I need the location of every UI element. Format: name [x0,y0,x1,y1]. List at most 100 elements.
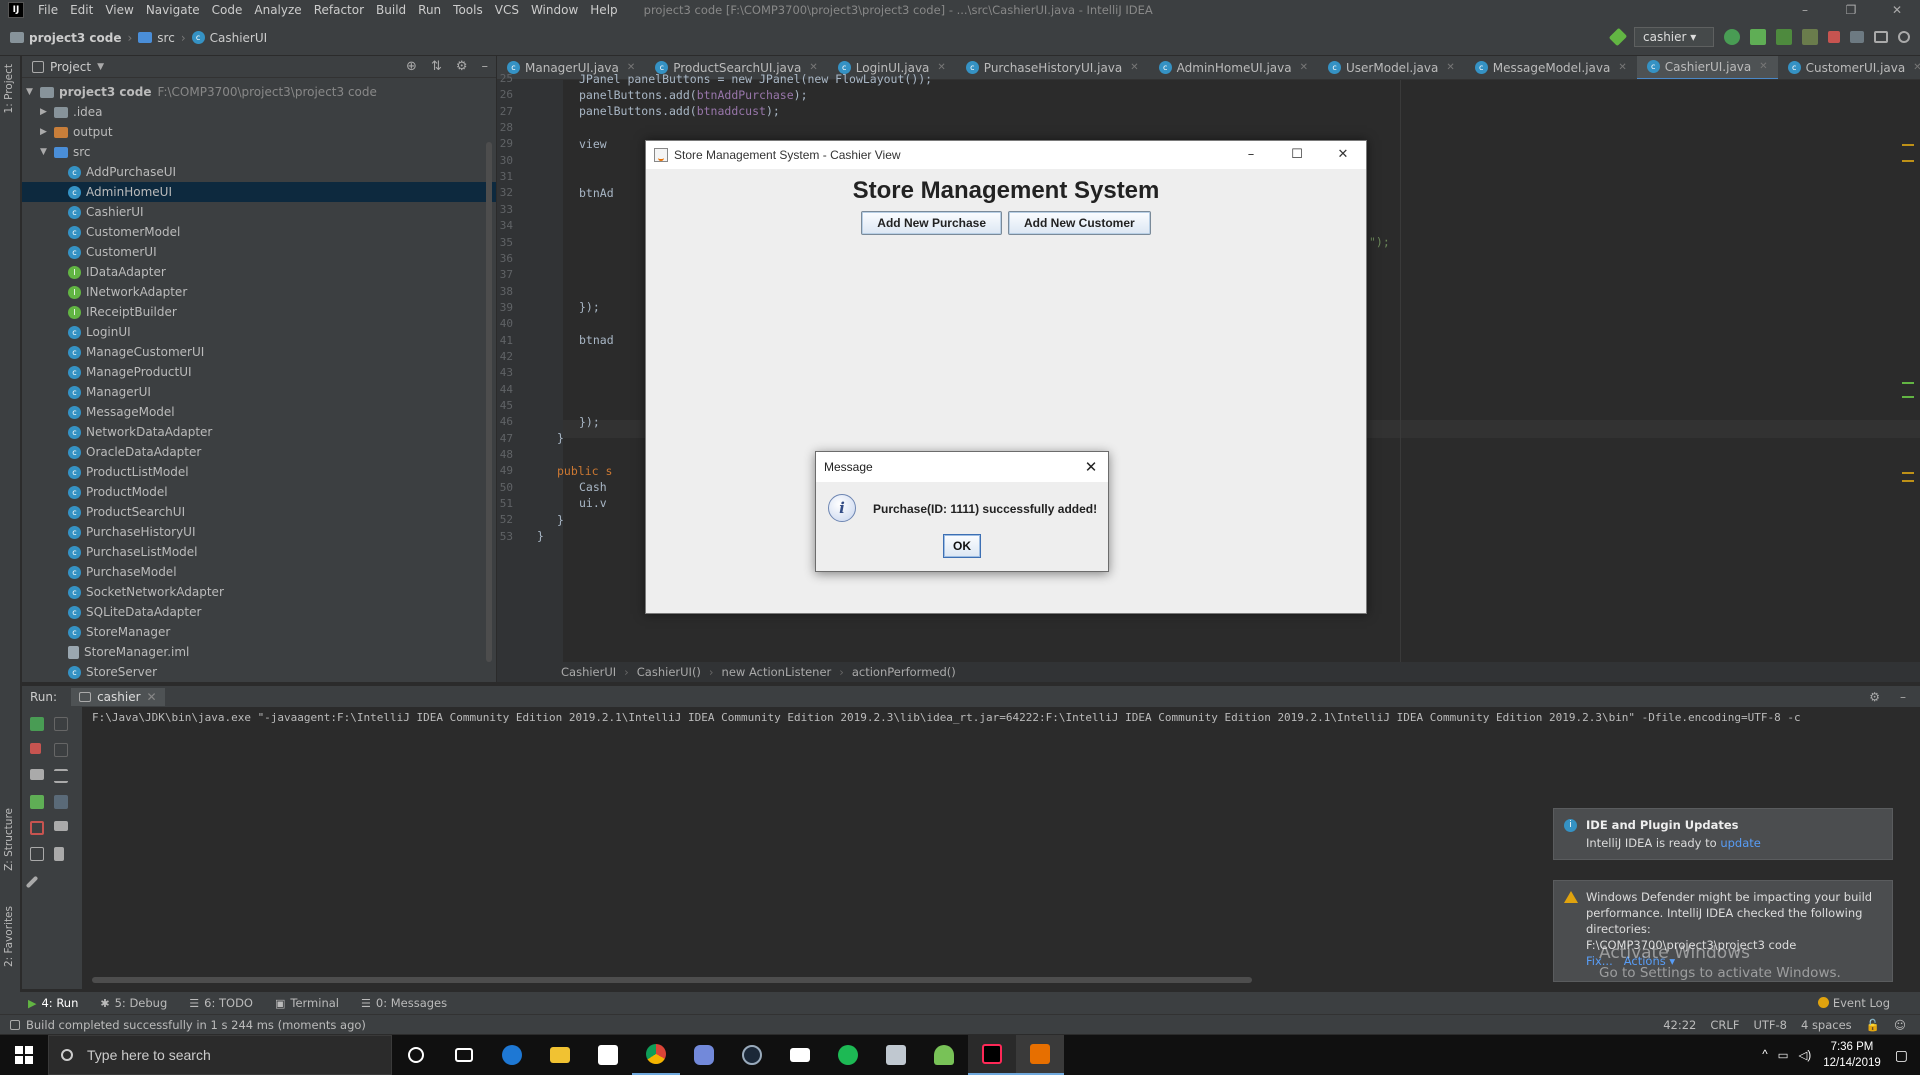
tree-file-item[interactable]: c StoreServer [22,662,496,682]
taskbar-spotify[interactable] [824,1035,872,1075]
close-tab-icon[interactable]: ✕ [1130,62,1138,73]
ok-button[interactable]: OK [943,534,981,558]
taskbar-explorer[interactable] [536,1035,584,1075]
tree-file-item[interactable]: c SQLiteDataAdapter [22,602,496,622]
warning-mark[interactable] [1902,472,1914,474]
up-arrow-icon[interactable] [54,717,68,731]
taskbar-search[interactable]: Type here to search [48,1035,392,1075]
profile-icon[interactable] [1802,29,1818,45]
editor-crumb[interactable]: CashierUI [561,665,616,679]
warning-mark[interactable] [1902,160,1914,162]
lock-icon[interactable]: 🔓 [1866,1018,1880,1032]
warning-mark[interactable] [1902,144,1914,146]
console-output[interactable]: F:\Java\JDK\bin\java.exe "-javaagent:F:\… [92,711,1801,724]
breadcrumb-project[interactable]: project3 code [29,31,121,45]
tree-file-item[interactable]: c PurchaseListModel [22,542,496,562]
chevron-up-icon[interactable]: ^ [1762,1049,1767,1061]
collapse-arrow-icon[interactable]: ▶ [40,107,54,117]
minimize-icon[interactable]: – [1782,0,1828,20]
task-view-button[interactable] [440,1035,488,1075]
search-everywhere-icon[interactable] [1898,31,1910,43]
trash-icon[interactable] [54,847,64,861]
structure-tool-tab[interactable]: Z: Structure [3,808,15,871]
build-hammer-icon[interactable] [1608,27,1628,47]
tree-file-item[interactable]: I IReceiptBuilder [22,302,496,322]
file-encoding[interactable]: UTF-8 [1753,1018,1787,1032]
add-customer-button[interactable]: Add New Customer [1008,211,1151,235]
restore-icon[interactable]: ❐ [1828,0,1874,20]
tree-file-item[interactable]: c ManageProductUI [22,362,496,382]
tree-file-item[interactable]: c AdminHomeUI [22,182,496,202]
menu-navigate[interactable]: Navigate [140,0,206,20]
editor-crumb[interactable]: CashierUI() [637,665,701,679]
menu-edit[interactable]: Edit [64,0,99,20]
update-link[interactable]: update [1720,836,1761,850]
indent-setting[interactable]: 4 spaces [1801,1018,1852,1032]
menu-view[interactable]: View [99,0,139,20]
tree-file-item[interactable]: c ProductListModel [22,462,496,482]
close-icon[interactable]: ✕ [1874,0,1920,20]
tree-file-item[interactable]: StoreManager.iml [22,642,496,662]
close-tab-icon[interactable]: ✕ [1618,62,1626,73]
pin-icon[interactable] [25,875,39,889]
project-pane-title[interactable]: Project [50,60,91,74]
cashier-window-titlebar[interactable]: Store Management System - Cashier View –… [646,141,1366,169]
toolwindow-debug[interactable]: ✱ 5: Debug [100,996,167,1010]
menu-tools[interactable]: Tools [447,0,489,20]
tree-file-item[interactable]: c OracleDataAdapter [22,442,496,462]
taskbar-discord[interactable] [680,1035,728,1075]
taskbar-edge[interactable] [488,1035,536,1075]
breadcrumb-src[interactable]: src [157,31,175,45]
menu-run[interactable]: Run [412,0,447,20]
close-tab-icon[interactable]: ✕ [147,690,157,704]
project-tool-tab[interactable]: 1: Project [3,64,15,113]
tree-file-item[interactable]: c AddPurchaseUI [22,162,496,182]
tree-file-item[interactable]: c StoreManager [22,622,496,642]
taskbar-chrome[interactable] [632,1035,680,1075]
down-arrow-icon[interactable] [54,743,68,757]
taskbar-mail[interactable] [776,1035,824,1075]
taskbar-steam[interactable] [728,1035,776,1075]
inspector-icon[interactable]: ☺ [1894,1018,1906,1032]
close-tab-icon[interactable]: ✕ [1446,62,1454,73]
add-purchase-button[interactable]: Add New Purchase [861,211,1002,235]
minimize-icon[interactable]: – [1228,141,1274,169]
run-configuration-select[interactable]: cashier ▾ [1634,27,1714,47]
dialog-titlebar[interactable]: Message [816,452,1108,482]
editor-tab[interactable]: c MessageModel.java ✕ [1465,56,1637,79]
notification-updates[interactable]: i IDE and Plugin Updates IntelliJ IDEA i… [1553,808,1893,860]
collapse-all-icon[interactable]: ⇅ [431,59,442,74]
tree-file-item[interactable]: c PurchaseHistoryUI [22,522,496,542]
menu-code[interactable]: Code [206,0,249,20]
favorites-tool-tab[interactable]: 2: Favorites [3,906,15,967]
volume-icon[interactable]: ◁) [1799,1048,1812,1062]
taskbar-java[interactable] [1016,1035,1064,1075]
soft-wrap-icon[interactable] [54,769,68,783]
rerun-icon[interactable] [30,717,44,731]
tree-file-item[interactable]: I INetworkAdapter [22,282,496,302]
menu-window[interactable]: Window [525,0,584,20]
taskbar-intellij[interactable] [968,1035,1016,1075]
camera-icon[interactable] [30,769,44,780]
rerun-icon[interactable] [1724,29,1740,45]
toolwindow-run[interactable]: ▶ 4: Run [28,996,78,1010]
cortana-button[interactable] [392,1035,440,1075]
tree-folder-src[interactable]: ▼ src [22,142,496,162]
editor-crumb[interactable]: new ActionListener [722,665,832,679]
tree-file-item[interactable]: c CustomerUI [22,242,496,262]
menu-file[interactable]: File [32,0,64,20]
change-mark[interactable] [1902,396,1914,398]
chevron-down-icon[interactable]: ▼ [97,62,104,72]
tree-file-item[interactable]: c MessageModel [22,402,496,422]
tree-file-item[interactable]: c CashierUI [22,202,496,222]
close-icon[interactable]: ✕ [1080,456,1102,478]
taskbar-clock[interactable]: 7:36 PM 12/14/2019 [1823,1039,1881,1071]
toolwindow-messages[interactable]: ☰ 0: Messages [361,996,447,1010]
gear-icon[interactable]: ⚙ [1869,690,1880,704]
menu-vcs[interactable]: VCS [489,0,525,20]
warning-mark[interactable] [1902,480,1914,482]
start-button[interactable] [0,1035,48,1075]
locate-file-icon[interactable]: ⊕ [406,59,417,74]
change-mark[interactable] [1902,382,1914,384]
close-tab-icon[interactable]: ✕ [1759,61,1767,72]
